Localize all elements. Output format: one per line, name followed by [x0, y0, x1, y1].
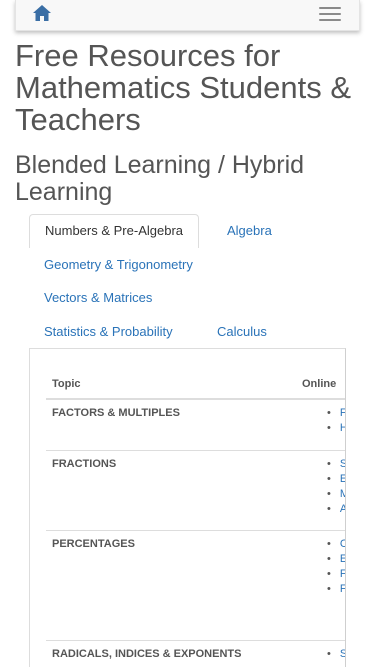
table-row-divider	[46, 640, 345, 641]
tab-vectors-matrices[interactable]: Vectors & Matrices	[44, 290, 152, 306]
table-row-topic: PERCENTAGES	[52, 538, 135, 550]
page-title: Free Resources for Mathematics Students …	[15, 38, 351, 137]
list-item[interactable]: •E	[327, 553, 345, 565]
table-row-divider	[46, 450, 345, 451]
hamburger-menu-icon[interactable]	[317, 5, 345, 23]
list-item[interactable]: •A	[327, 503, 345, 515]
tab-statistics-probability[interactable]: Statistics & Probability	[44, 324, 173, 340]
page: Free Resources for Mathematics Students …	[0, 0, 375, 667]
tab-geometry-trigonometry[interactable]: Geometry & Trigonometry	[44, 257, 193, 273]
column-header-topic: Topic	[52, 378, 81, 390]
list-item[interactable]: •H	[327, 422, 345, 434]
tab-algebra[interactable]: Algebra	[227, 223, 272, 239]
list-item[interactable]: • F	[327, 407, 345, 419]
table-row-topic: FRACTIONS	[52, 458, 117, 470]
column-header-online: Online	[302, 378, 337, 390]
tab-calculus[interactable]: Calculus	[217, 324, 267, 340]
list-item[interactable]: •S	[327, 648, 345, 660]
list-item[interactable]: •M	[327, 488, 345, 500]
page-subtitle: Blended Learning / Hybrid Learning	[15, 151, 305, 206]
list-item[interactable]: •C	[327, 538, 345, 550]
list-item[interactable]: •E	[327, 473, 345, 485]
table-row-topic: FACTORS & MULTIPLES	[52, 407, 180, 419]
tab-numbers-pre-algebra[interactable]: Numbers & Pre-Algebra	[29, 214, 199, 248]
list-item[interactable]: • F	[327, 583, 345, 595]
table-row-divider	[46, 530, 345, 531]
tab-panel: Topic Online FACTORS & MULTIPLES •F •H F…	[29, 348, 346, 667]
table-row-topic: RADICALS, INDICES & EXPONENTS	[52, 648, 242, 660]
table-header-divider	[46, 398, 345, 400]
top-navbar	[15, 0, 360, 31]
list-item[interactable]: • F	[327, 568, 345, 580]
home-icon[interactable]	[32, 4, 52, 22]
list-item[interactable]: •S	[327, 458, 345, 470]
